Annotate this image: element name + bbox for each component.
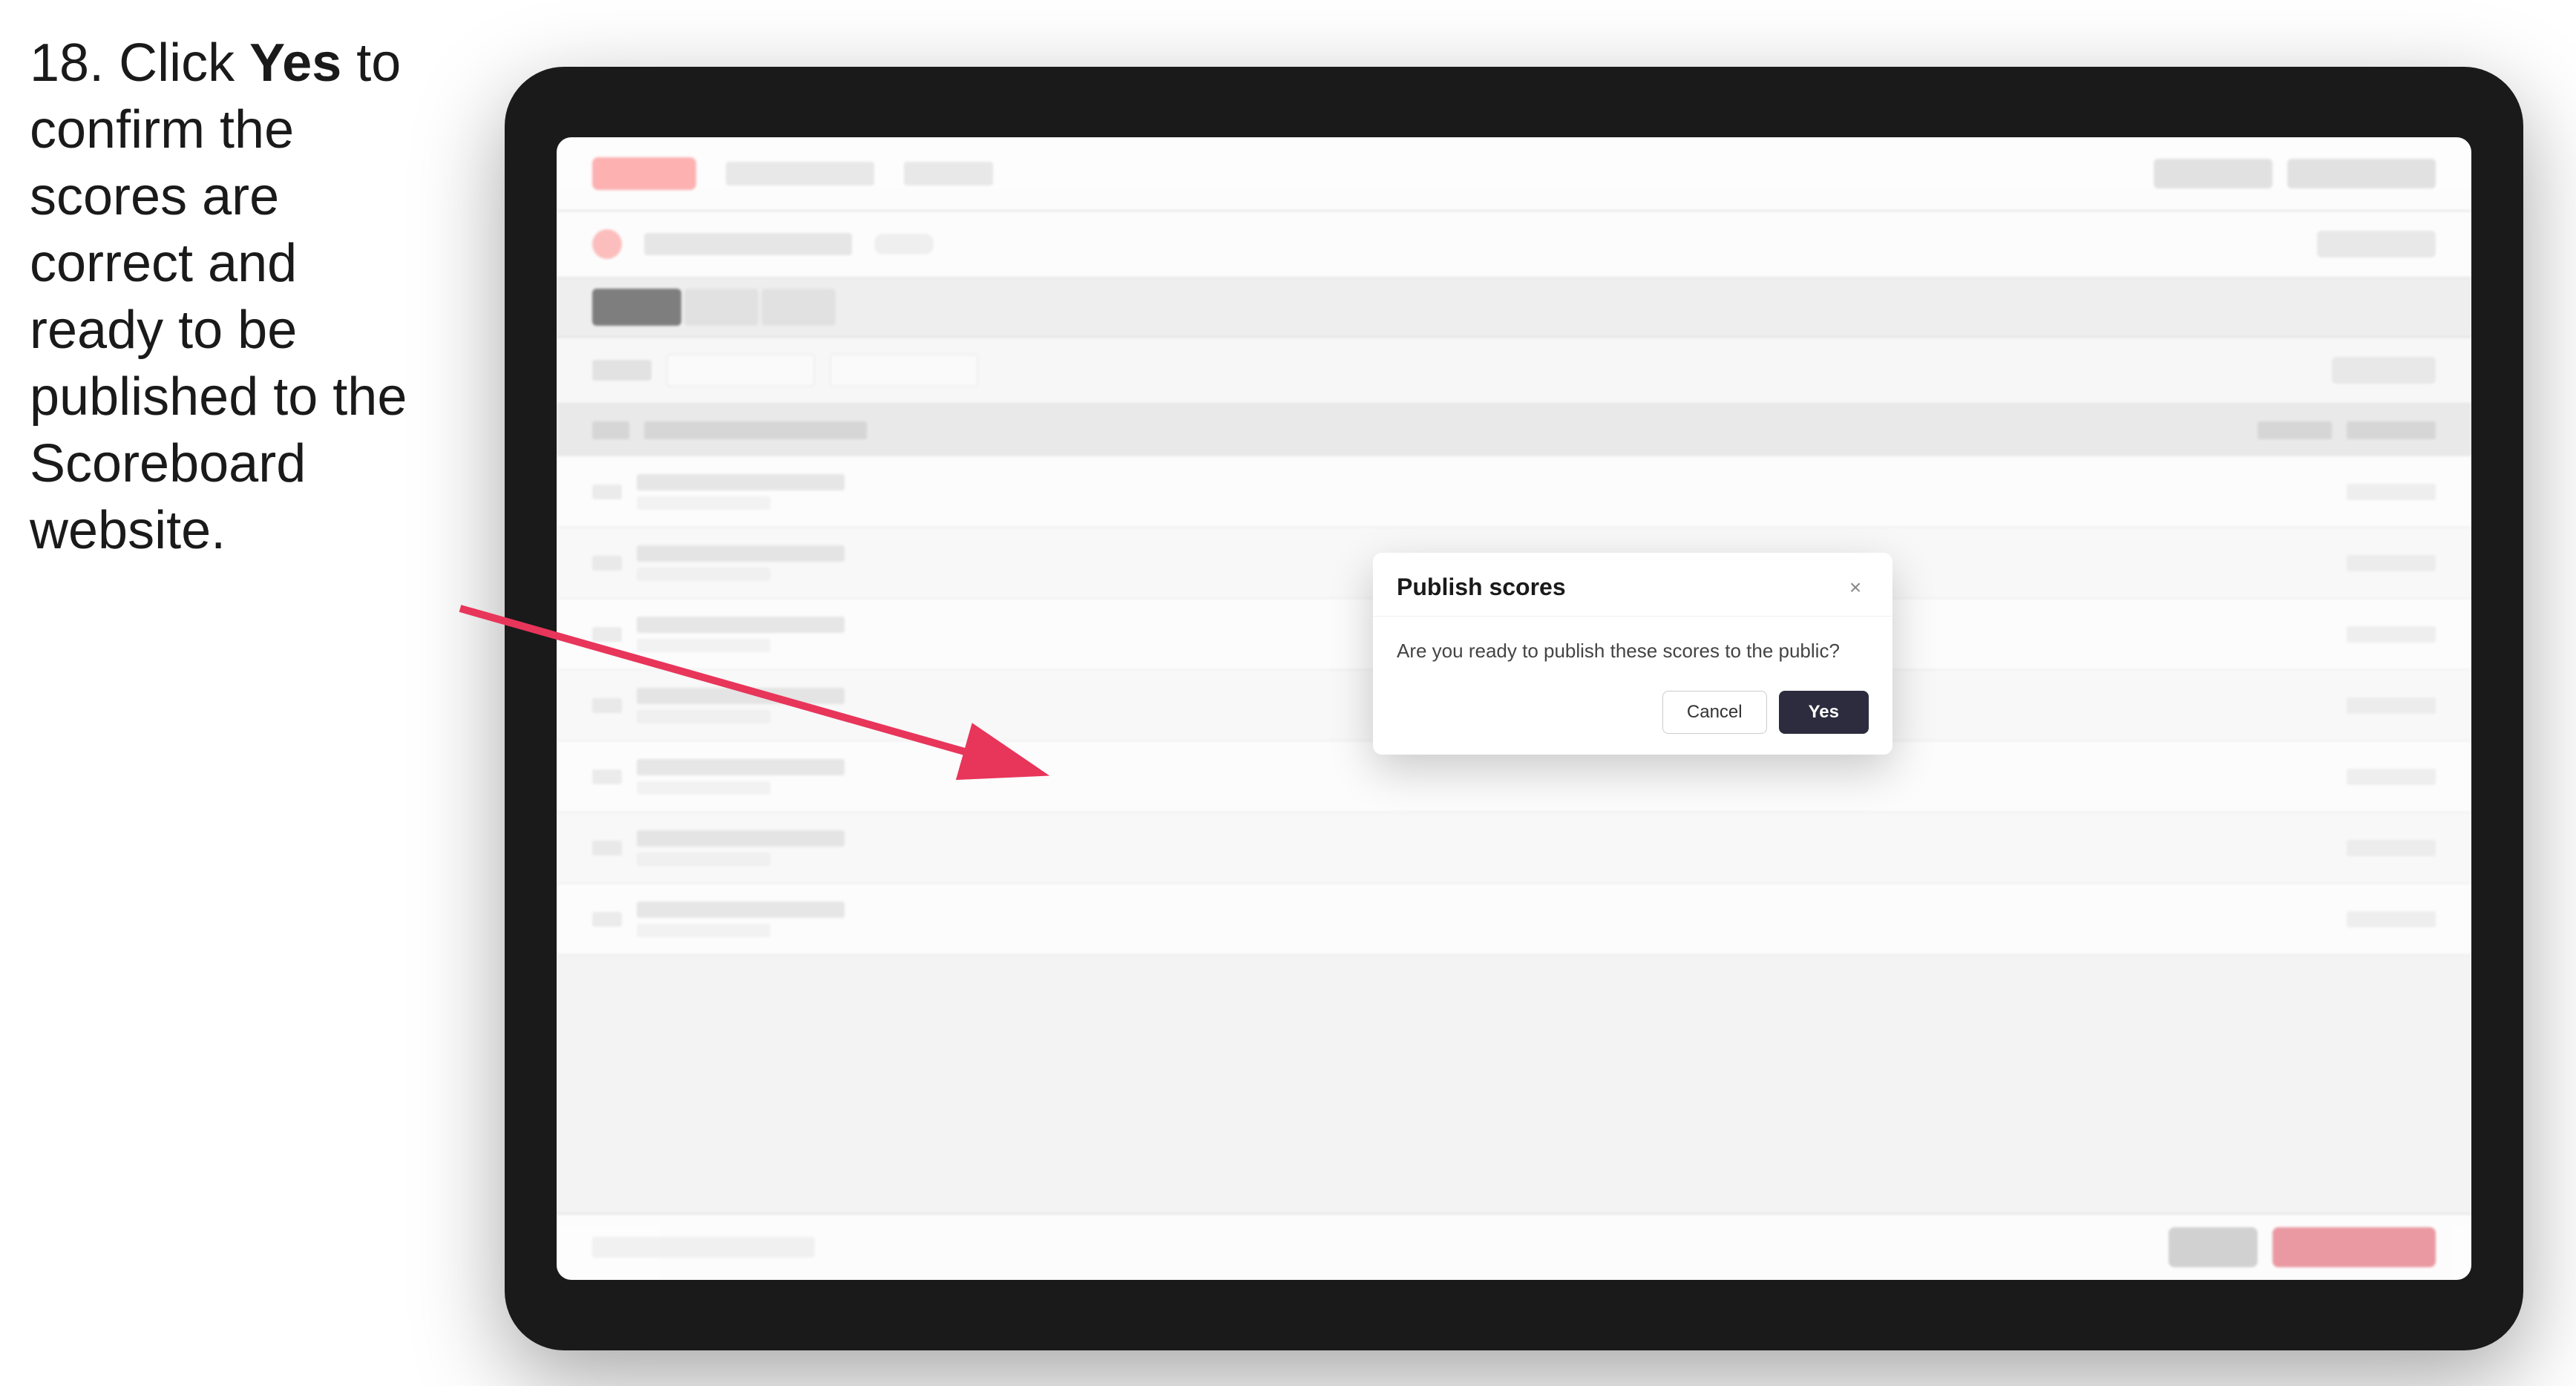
arrow-indicator [0, 0, 2576, 1386]
